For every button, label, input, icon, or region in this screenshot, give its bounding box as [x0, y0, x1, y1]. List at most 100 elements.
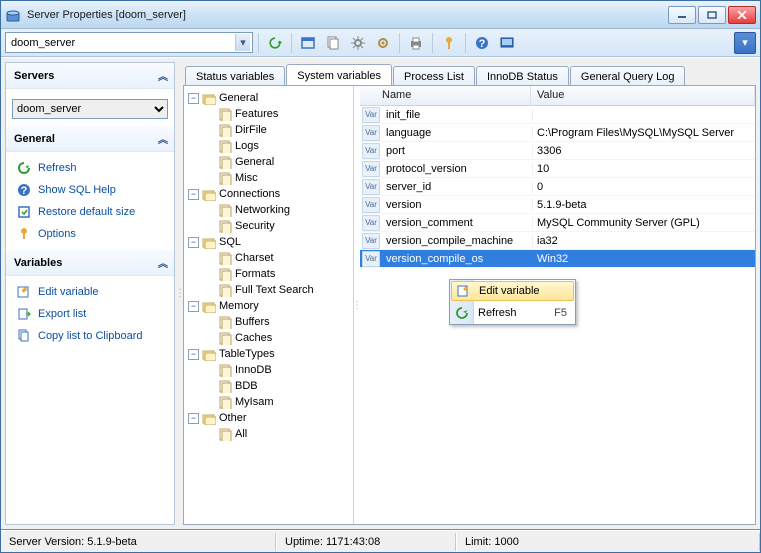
category-tree[interactable]: −GeneralFeaturesDirFileLogsGeneralMisc−C…: [184, 86, 354, 524]
cell-name: protocol_version: [382, 163, 533, 175]
tree-item[interactable]: BDB: [186, 378, 351, 394]
tree-label: Features: [235, 108, 278, 120]
side-copy[interactable]: Copy list to Clipboard: [6, 325, 174, 347]
cell-name: version: [382, 199, 533, 211]
tree-group[interactable]: −Other: [186, 410, 351, 426]
tree-item[interactable]: DirFile: [186, 122, 351, 138]
toolbar-chevron[interactable]: ▾: [734, 32, 756, 54]
tree-label: TableTypes: [219, 348, 275, 360]
tree-item[interactable]: Logs: [186, 138, 351, 154]
collapse-icon[interactable]: −: [188, 189, 199, 200]
svg-text:?: ?: [479, 38, 486, 50]
tree-item[interactable]: InnoDB: [186, 362, 351, 378]
var-icon: Var: [362, 161, 380, 177]
table-row[interactable]: Varversion_commentMySQL Community Server…: [360, 214, 755, 232]
collapse-icon[interactable]: −: [188, 237, 199, 248]
help-button[interactable]: ?: [471, 32, 493, 54]
page-icon: [218, 155, 232, 169]
servers-select[interactable]: doom_server: [12, 99, 168, 119]
tree-item[interactable]: Buffers: [186, 314, 351, 330]
tree-item[interactable]: General: [186, 154, 351, 170]
ctx-refresh[interactable]: Refresh F5: [450, 302, 575, 324]
close-button[interactable]: [728, 6, 756, 24]
tree-item[interactable]: Formats: [186, 266, 351, 282]
cell-name: version_compile_machine: [382, 235, 533, 247]
server-combo[interactable]: ▾: [5, 32, 253, 53]
table-row[interactable]: Varversion5.1.9-beta: [360, 196, 755, 214]
tree-item[interactable]: Caches: [186, 330, 351, 346]
tree-item[interactable]: Features: [186, 106, 351, 122]
tree-group[interactable]: −SQL: [186, 234, 351, 250]
tree-item[interactable]: All: [186, 426, 351, 442]
section-servers[interactable]: Servers︽: [6, 63, 174, 89]
edit-icon: [16, 284, 32, 300]
side-export[interactable]: Export list: [6, 303, 174, 325]
monitor-button[interactable]: [496, 32, 518, 54]
var-icon: Var: [362, 233, 380, 249]
table-row[interactable]: Varversion_compile_machineia32: [360, 232, 755, 250]
page-icon: [218, 283, 232, 297]
page-icon: [218, 427, 232, 441]
export-icon: [16, 306, 32, 322]
side-help[interactable]: ?Show SQL Help: [6, 179, 174, 201]
tree-item[interactable]: Misc: [186, 170, 351, 186]
tab-querylog[interactable]: General Query Log: [570, 66, 686, 86]
window-button[interactable]: [297, 32, 319, 54]
tree-label: Memory: [219, 300, 259, 312]
tree-group[interactable]: − Memory: [186, 298, 351, 314]
table-row[interactable]: Varserver_id0: [360, 178, 755, 196]
gear-button[interactable]: [372, 32, 394, 54]
tree-label: General: [219, 92, 258, 104]
var-icon: Var: [362, 197, 380, 213]
collapse-icon[interactable]: −: [188, 93, 199, 104]
collapse-icon[interactable]: −: [188, 301, 199, 312]
maximize-button[interactable]: [698, 6, 726, 24]
chevron-down-icon[interactable]: ▾: [235, 34, 250, 51]
tree-group[interactable]: − General: [186, 90, 351, 106]
page-icon: [218, 315, 232, 329]
tree-item[interactable]: Charset: [186, 250, 351, 266]
table-row[interactable]: Varport3306: [360, 142, 755, 160]
settings-button[interactable]: [347, 32, 369, 54]
side-refresh[interactable]: Refresh: [6, 157, 174, 179]
cell-value: 3306: [533, 145, 755, 157]
page-icon: [218, 379, 232, 393]
copy-button[interactable]: [322, 32, 344, 54]
section-general[interactable]: General︽: [6, 126, 174, 152]
tab-process[interactable]: Process List: [393, 66, 475, 86]
table-row[interactable]: Varinit_file: [360, 106, 755, 124]
table-row[interactable]: Varversion_compile_osWin32: [360, 250, 755, 268]
folder-icon: [202, 299, 216, 313]
folder-icon: [202, 91, 216, 105]
page-icon: [218, 123, 232, 137]
tab-status[interactable]: Status variables: [185, 66, 285, 86]
tree-group[interactable]: −Connections: [186, 186, 351, 202]
minimize-button[interactable]: [668, 6, 696, 24]
collapse-icon: ︽: [158, 131, 166, 146]
table-row[interactable]: Varprotocol_version10: [360, 160, 755, 178]
col-value[interactable]: Value: [531, 86, 755, 105]
side-restore[interactable]: Restore default size: [6, 201, 174, 223]
tab-innodb[interactable]: InnoDB Status: [476, 66, 569, 86]
col-name[interactable]: Name: [376, 86, 531, 105]
tab-system[interactable]: System variables: [286, 64, 392, 85]
titlebar[interactable]: Server Properties [doom_server]: [1, 1, 760, 29]
print-button[interactable]: [405, 32, 427, 54]
collapse-icon[interactable]: −: [188, 349, 199, 360]
collapse-icon[interactable]: −: [188, 413, 199, 424]
tree-item[interactable]: Networking: [186, 202, 351, 218]
tool-button[interactable]: [438, 32, 460, 54]
tree-item[interactable]: Security: [186, 218, 351, 234]
status-version: Server Version: 5.1.9-beta: [1, 533, 276, 551]
ctx-edit-variable[interactable]: Edit variable: [451, 281, 574, 301]
side-edit-variable[interactable]: Edit variable: [6, 281, 174, 303]
server-combo-input[interactable]: [11, 37, 235, 49]
table-row[interactable]: VarlanguageC:\Program Files\MySQL\MySQL …: [360, 124, 755, 142]
tree-item[interactable]: MyIsam: [186, 394, 351, 410]
tree-group[interactable]: − TableTypes: [186, 346, 351, 362]
cell-value: 10: [533, 163, 755, 175]
tree-item[interactable]: Full Text Search: [186, 282, 351, 298]
section-variables[interactable]: Variables︽: [6, 250, 174, 276]
side-options[interactable]: Options: [6, 223, 174, 245]
refresh-button[interactable]: [264, 32, 286, 54]
